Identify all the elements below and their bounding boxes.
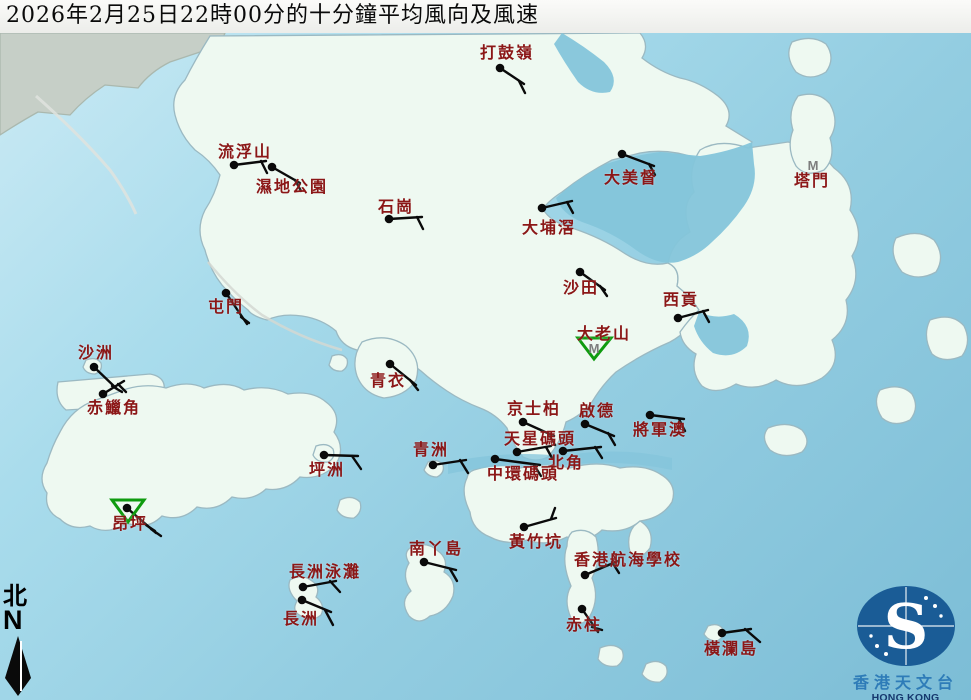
station-label-green-island: 青洲 — [412, 440, 450, 459]
station-label-central-pier: 中環碼頭 — [486, 464, 560, 483]
station-label-tai-mei-tuk: 大美督 — [603, 168, 659, 187]
station-dot — [512, 447, 522, 457]
station-label-ta-kwu-ling: 打鼓嶺 — [479, 43, 535, 62]
station-green-island — [428, 458, 470, 475]
station-dot — [298, 582, 308, 592]
station-label-peng-chau: 坪洲 — [308, 460, 346, 479]
station-wong-chuk-hang — [519, 506, 558, 532]
station-label-lamma-island: 南丫島 — [408, 539, 464, 558]
wind-barb — [458, 458, 470, 475]
hko-name-chinese: 香港天文台 — [852, 673, 958, 692]
station-dot — [537, 203, 547, 213]
station-dot — [385, 359, 395, 369]
wind-barb — [593, 445, 604, 460]
station-label-tates-cairn: 大老山 — [576, 324, 632, 343]
wind-barb — [565, 200, 575, 215]
station-dot — [428, 460, 438, 470]
north-indicator: 北 N — [3, 583, 43, 700]
station-dot — [221, 288, 231, 298]
station-label-tap-mun: 塔門 — [793, 171, 831, 190]
station-dot — [580, 570, 590, 580]
station-dot — [229, 160, 239, 170]
station-label-kings-park: 京士柏 — [506, 399, 562, 418]
wind-barb — [149, 527, 163, 538]
station-sai-kung — [673, 308, 711, 324]
station-ta-kwu-ling — [495, 63, 527, 95]
station-dot — [319, 450, 329, 460]
station-dot — [267, 162, 277, 172]
station-label-chek-lap-kok: 赤鱲角 — [86, 398, 142, 417]
station-label-tai-po-kau: 大埔滘 — [521, 218, 577, 237]
station-label-wong-chuk-hang: 黃竹坑 — [508, 532, 564, 551]
wind-stations-layer: MM — [89, 63, 818, 644]
wind-barb — [415, 215, 425, 231]
wind-barb — [350, 454, 363, 471]
north-arrow-icon — [5, 635, 31, 696]
station-tai-po-kau — [537, 199, 575, 215]
station-label-tseung-kwan-o: 將軍澳 — [632, 420, 688, 439]
wind-barb — [259, 159, 269, 175]
station-sha-chau — [89, 362, 124, 394]
hko-logo: S 香港天文台 HONG KONG OBSERVATORY — [840, 585, 971, 700]
wind-map: MM 打鼓嶺流浮山濕地公園石崗 大美督 塔門大埔滘沙田西貢 屯門沙洲赤鱲角 大老山青衣京… — [0, 0, 971, 700]
hko-emblem-icon: S — [856, 586, 955, 666]
station-dot — [490, 454, 500, 464]
station-label-kai-tak: 啟德 — [578, 401, 616, 420]
station-dot — [518, 417, 528, 427]
station-dot — [617, 149, 627, 159]
hko-name-english: HONG KONG OBSERVATORY — [871, 691, 940, 700]
station-label-wetland-park: 濕地公園 — [255, 177, 329, 196]
station-dot — [89, 362, 99, 372]
station-dot — [673, 313, 683, 323]
north-letter: N — [3, 605, 23, 636]
station-dot — [577, 604, 587, 614]
station-label-stanley: 赤柱 — [565, 615, 603, 634]
station-dot — [575, 267, 585, 277]
station-lau-fau-shan — [229, 159, 269, 175]
station-kai-tak — [580, 419, 617, 447]
station-dot — [519, 522, 529, 532]
station-dot — [645, 410, 655, 420]
station-dot — [122, 503, 132, 513]
station-label-sha-tin: 沙田 — [562, 278, 600, 297]
station-dot — [580, 419, 590, 429]
station-label-ngong-ping: 昂坪 — [111, 514, 149, 533]
map-title: 2026年2月25日22時00分的十分鐘平均風向及風速 — [0, 0, 971, 33]
station-label-lau-fau-shan: 流浮山 — [217, 142, 273, 161]
station-dot — [717, 628, 727, 638]
svg-text:S: S — [883, 590, 928, 663]
station-dot — [419, 557, 429, 567]
station-label-waglan-island: 橫瀾島 — [703, 639, 759, 658]
station-label-tsing-yi: 青衣 — [369, 371, 407, 390]
station-label-sha-chau: 沙洲 — [77, 343, 115, 362]
wind-barb — [328, 579, 342, 594]
station-label-shek-kong: 石崗 — [377, 197, 415, 216]
station-cheung-chau-beach — [298, 579, 342, 594]
station-dot — [297, 595, 307, 605]
station-label-star-ferry: 天星碼頭 — [503, 429, 577, 448]
m-marker: M — [589, 341, 600, 356]
station-label-sai-kung: 西貢 — [662, 290, 700, 309]
station-lamma-island — [419, 557, 459, 583]
wind-barb — [701, 309, 711, 324]
station-label-cheung-chau: 長洲 — [282, 609, 320, 628]
station-label-tuen-mun: 屯門 — [207, 297, 245, 316]
station-dot — [98, 389, 108, 399]
station-label-cheung-chau-beach: 長洲泳灘 — [288, 562, 362, 581]
station-shek-kong — [384, 214, 425, 231]
station-label-hk-sea-school: 香港航海學校 — [573, 550, 683, 569]
station-dot — [495, 63, 505, 73]
